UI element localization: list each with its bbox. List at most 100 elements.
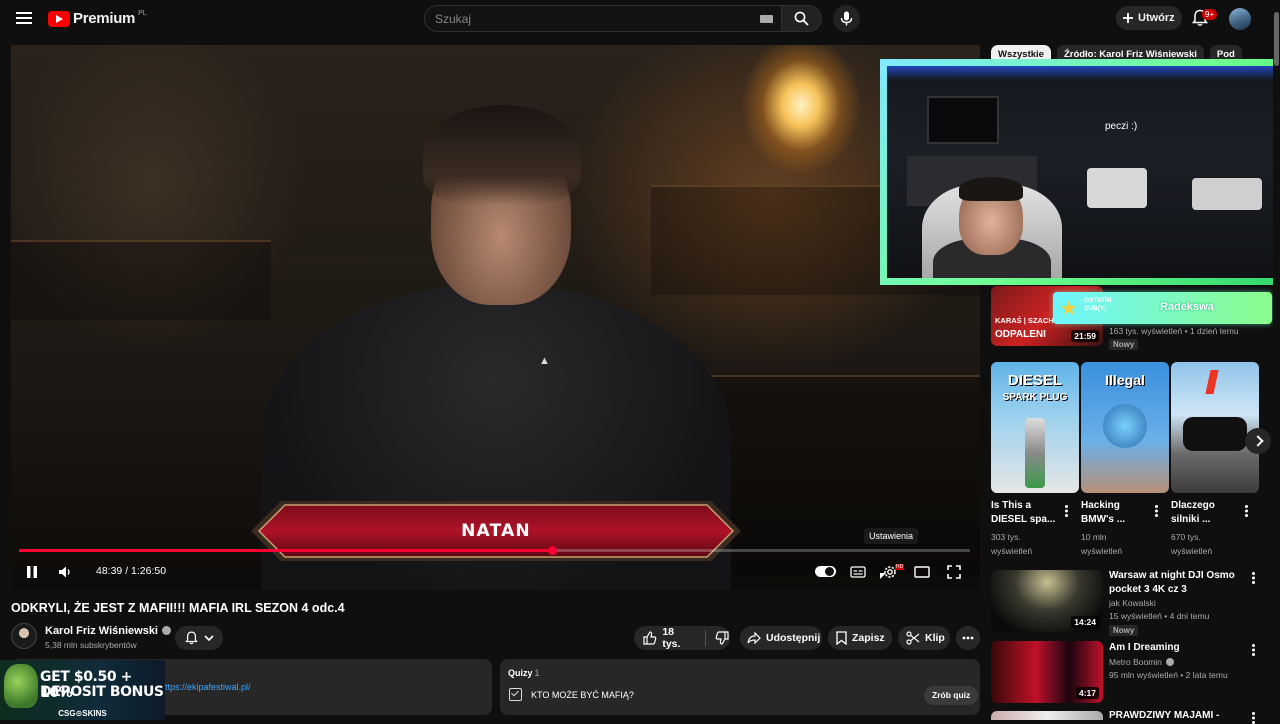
channel-name[interactable]: Karol Friz Wiśniewski <box>45 625 171 637</box>
pause-button[interactable] <box>24 564 40 580</box>
rec-title-2a[interactable]: Warsaw at night DJI Osmo <box>1109 569 1235 583</box>
search-button[interactable] <box>782 5 822 32</box>
short-views-2a: 10 mln <box>1081 532 1107 542</box>
short-title-2b[interactable]: BMW's ... <box>1081 513 1125 527</box>
rec-title-4[interactable]: PRAWDZIWY MAJAMI - <box>1109 709 1219 723</box>
keyboard-icon[interactable] <box>760 15 773 23</box>
spark-plug-image <box>1025 418 1045 488</box>
shorts-next-button[interactable] <box>1245 428 1271 454</box>
quiz-question: KTO MOŻE BYĆ MAFIĄ? <box>531 690 634 700</box>
webcam-caption: peczi :) <box>1105 121 1138 132</box>
black-car-image <box>1183 417 1247 451</box>
short-views-1a: 303 tys. <box>991 532 1021 542</box>
search-input[interactable] <box>425 6 745 31</box>
progress-played <box>19 549 552 552</box>
brand-label: Premium <box>73 10 136 27</box>
rec-thumbnail-4[interactable] <box>991 711 1103 720</box>
stream-ad-overlay: GET $0.50 + 10% DEPOSIT BONUS CSG⊙SKINS <box>0 660 165 720</box>
volume-button[interactable] <box>57 564 75 580</box>
short-menu-icon-2[interactable] <box>1155 505 1158 517</box>
share-button[interactable]: Udostępnij <box>740 626 822 650</box>
short-thumbnail-2[interactable]: Illegal <box>1081 362 1169 493</box>
time-display: 48:39 / 1:26:50 <box>96 565 167 577</box>
red-arrow-icon <box>1205 370 1219 394</box>
video-player[interactable]: ▲ NATAN <box>11 45 980 590</box>
rec-menu-icon-3[interactable] <box>1252 644 1255 656</box>
share-icon <box>747 632 761 644</box>
webcam-feed: peczi :) <box>887 66 1273 278</box>
youtube-logo-icon <box>48 10 70 27</box>
rec-menu-icon-2[interactable] <box>1252 572 1255 584</box>
channel-avatar[interactable] <box>11 623 37 649</box>
rec-meta-3: 95 mln wyświetleń • 2 lata temu <box>1109 670 1228 680</box>
subtitles-icon <box>850 566 866 578</box>
quiz-title: Quizy 1 <box>508 668 540 678</box>
scrubber-handle[interactable] <box>547 546 557 555</box>
star-icon: ★ <box>1060 298 1078 320</box>
short-title-1b[interactable]: DIESEL spa... <box>991 513 1055 527</box>
share-label: Udostępnij <box>766 632 821 644</box>
notification-count-badge: 9+ <box>1202 9 1218 20</box>
more-actions-button[interactable] <box>956 626 980 650</box>
rec-title-2b[interactable]: pocket 3 4K cz 3 <box>1109 583 1187 597</box>
last-sub-label: OSTATNI SUB(Y) <box>1084 297 1112 312</box>
subscription-bell-button[interactable] <box>175 626 223 650</box>
scrollbar-thumb[interactable] <box>1274 12 1279 66</box>
subscriber-count: 5,38 mln subskrybentów <box>45 640 137 650</box>
rec-thumbnail-3[interactable]: 4:17 <box>991 641 1103 703</box>
short-views-2b: wyświetleń <box>1081 546 1123 556</box>
short-thumbnail-3[interactable] <box>1171 362 1259 493</box>
verified-icon <box>162 626 171 635</box>
quiz-panel <box>500 659 980 715</box>
voice-search-button[interactable] <box>833 5 860 32</box>
save-label: Zapisz <box>852 632 885 644</box>
progress-bar[interactable] <box>19 546 970 555</box>
rec-thumbnail-2[interactable]: 14:24 <box>991 570 1103 632</box>
mouse-cursor <box>880 573 886 579</box>
quiz-title-text: Quizy <box>508 668 533 678</box>
clip-button[interactable]: Klip <box>898 626 950 650</box>
quiz-count: 1 <box>534 668 540 678</box>
fullscreen-button[interactable] <box>945 564 963 580</box>
short-menu-icon-3[interactable] <box>1245 505 1248 517</box>
short-title-3a[interactable]: Dlaczego <box>1171 499 1215 513</box>
streamer-hair <box>959 177 1023 201</box>
create-button[interactable]: Utwórz <box>1116 6 1182 30</box>
lower-third-name: NATAN <box>461 521 531 541</box>
plus-icon <box>1123 13 1133 23</box>
thumb-text-2: ODPALENI <box>995 329 1046 340</box>
verified-icon-3 <box>1165 658 1174 666</box>
menu-icon[interactable] <box>16 12 32 24</box>
like-button[interactable] <box>642 630 657 646</box>
save-button[interactable]: Zapisz <box>828 626 892 650</box>
description-link[interactable]: https://ekipafestiwal.pl/ <box>160 682 251 692</box>
short-title-2a[interactable]: Hacking <box>1081 499 1120 513</box>
account-avatar[interactable] <box>1229 8 1251 30</box>
led-strip <box>887 66 1273 80</box>
room-sofa-white <box>1192 178 1262 210</box>
short-title-1a[interactable]: Is This a <box>991 499 1031 513</box>
take-quiz-button[interactable]: Zrób quiz <box>924 686 979 705</box>
short-thumbnail-1[interactable]: DIESEL SPARK PLUG <box>991 362 1079 493</box>
short-title-3b[interactable]: silniki ... <box>1171 513 1210 527</box>
rec-meta-1: 163 tys. wyświetleń • 1 dzień temu <box>1109 326 1239 336</box>
theater-mode-button[interactable] <box>913 564 931 580</box>
rec-title-3[interactable]: Am I Dreaming <box>1109 641 1180 655</box>
dislike-button[interactable] <box>715 630 730 646</box>
person-hair <box>423 105 581 205</box>
short-menu-icon-1[interactable] <box>1065 505 1068 517</box>
short-thumb-subtitle-1: SPARK PLUG <box>1002 392 1068 403</box>
create-label: Utwórz <box>1138 12 1175 24</box>
autoplay-toggle[interactable] <box>815 566 836 577</box>
short-views-3b: wyświetleń <box>1171 546 1213 556</box>
rec-meta-2: 15 wyświetleń • 4 dni temu <box>1109 611 1210 621</box>
page-scrollbar[interactable] <box>1273 0 1280 720</box>
rec-menu-icon-4[interactable] <box>1252 712 1255 724</box>
duration-badge-2: 14:24 <box>1071 616 1099 628</box>
short-views-3a: 670 tys. <box>1171 532 1201 542</box>
subtitles-button[interactable] <box>849 564 867 580</box>
rec-channel-2[interactable]: jak Kowalski <box>1109 596 1156 610</box>
short-views-1b: wyświetleń <box>991 546 1033 556</box>
youtube-premium-logo[interactable]: Premium PL <box>48 10 147 27</box>
rec-channel-3[interactable]: Metro Boomin <box>1109 655 1174 669</box>
